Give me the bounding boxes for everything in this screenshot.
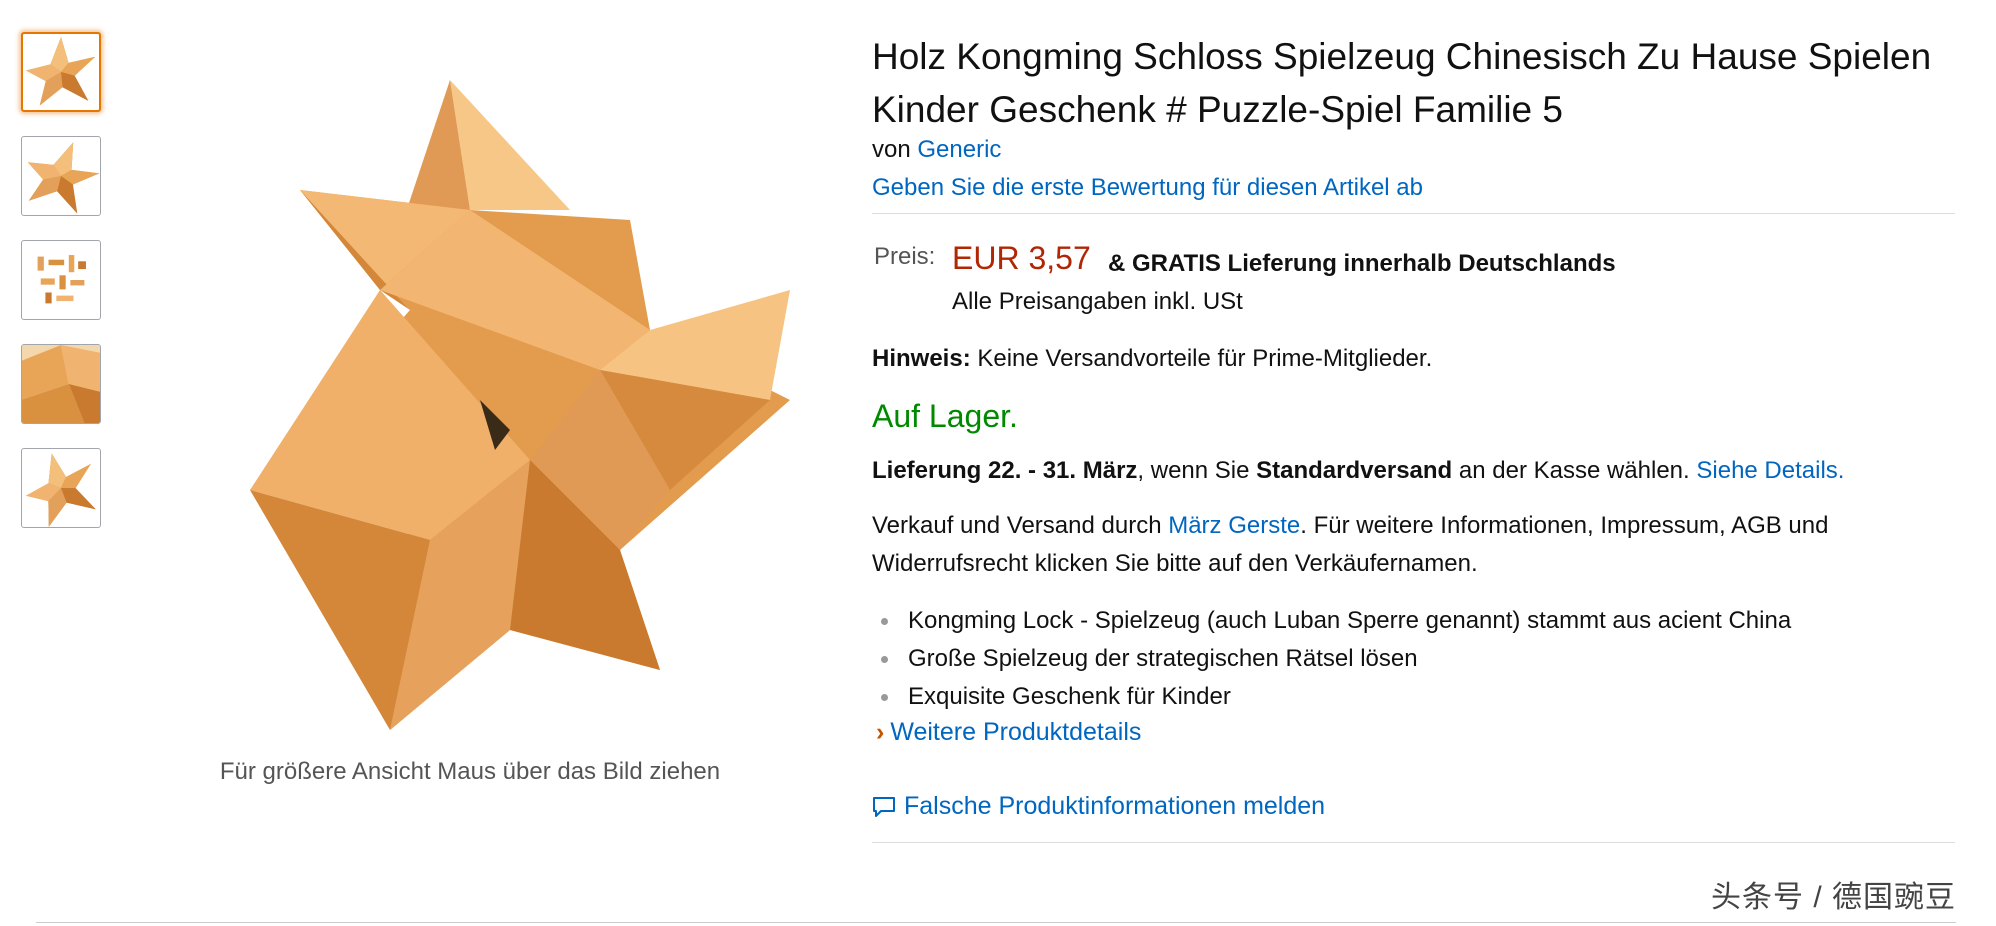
brand-byline: von Generic (872, 136, 1962, 164)
report-info-link[interactable]: Falsche Produktinformationen melden (872, 792, 1325, 821)
thumbnail-2[interactable] (21, 136, 101, 216)
seller-link[interactable]: März Gerste (1168, 512, 1300, 539)
feature-bullet: Exquisite Geschenk für Kinder (872, 678, 1791, 716)
product-title: Holz Kongming Schloss Spielzeug Chinesis… (872, 36, 1932, 130)
thumbnail-4[interactable] (21, 344, 101, 424)
delivery-date: Lieferung 22. - 31. März (872, 457, 1138, 484)
price-amp: & (1108, 250, 1126, 277)
product-main-image[interactable] (150, 70, 810, 730)
speech-bubble-icon (873, 797, 895, 817)
free-shipping-text: GRATIS Lieferung innerhalb Deutschlands (1132, 250, 1616, 277)
thumbnail-3[interactable] (21, 240, 101, 320)
image-zoom-caption: Für größere Ansicht Maus über das Bild z… (219, 758, 721, 785)
vat-note: Alle Preisangaben inkl. USt (952, 288, 1243, 315)
thumbnail-5[interactable] (21, 448, 101, 528)
price-label: Preis: (874, 243, 936, 270)
delivery-info: Lieferung 22. - 31. März, wenn Sie Stand… (872, 457, 1962, 485)
watermark: 头条号 / 德国豌豆 (1710, 881, 1956, 914)
divider-bottom (872, 842, 1955, 843)
feature-bullet: Große Spielzeug der strategischen Rätsel… (872, 640, 1791, 678)
stock-status: Auf Lager. (872, 398, 1018, 434)
delivery-text-2: an der Kasse wählen. (1452, 457, 1697, 484)
price-value: EUR 3,57 (952, 240, 1091, 276)
brand-link[interactable]: Generic (917, 136, 1001, 163)
write-review-link[interactable]: Geben Sie die erste Bewertung für diesen… (872, 174, 1962, 202)
feature-bullets: Kongming Lock - Spielzeug (auch Luban Sp… (872, 602, 1791, 716)
notice-text: Keine Versandvorteile für Prime-Mitglied… (977, 345, 1433, 372)
delivery-text-1: , wenn Sie (1137, 457, 1257, 484)
feature-bullet: Kongming Lock - Spielzeug (auch Luban Sp… (872, 602, 1791, 640)
by-prefix: von (872, 136, 911, 163)
seller-prefix: Verkauf und Versand durch (872, 512, 1169, 539)
prime-notice: Hinweis: Keine Versandvorteile für Prime… (872, 345, 1962, 373)
notice-label: Hinweis: (872, 345, 971, 372)
delivery-method: Standardversand (1256, 457, 1453, 484)
chevron-right-icon: › (876, 718, 885, 746)
more-details-link[interactable]: › Weitere Produktdetails (876, 718, 1141, 747)
report-info-label[interactable]: Falsche Produktinformationen melden (904, 792, 1325, 820)
page-bottom-rule (36, 922, 1956, 923)
seller-info: Verkauf und Versand durch März Gerste. F… (872, 507, 1962, 583)
more-details-label[interactable]: Weitere Produktdetails (890, 718, 1141, 746)
thumbnail-1[interactable] (21, 32, 101, 112)
divider-top (872, 213, 1955, 214)
delivery-details-link[interactable]: Siehe Details. (1696, 457, 1844, 484)
